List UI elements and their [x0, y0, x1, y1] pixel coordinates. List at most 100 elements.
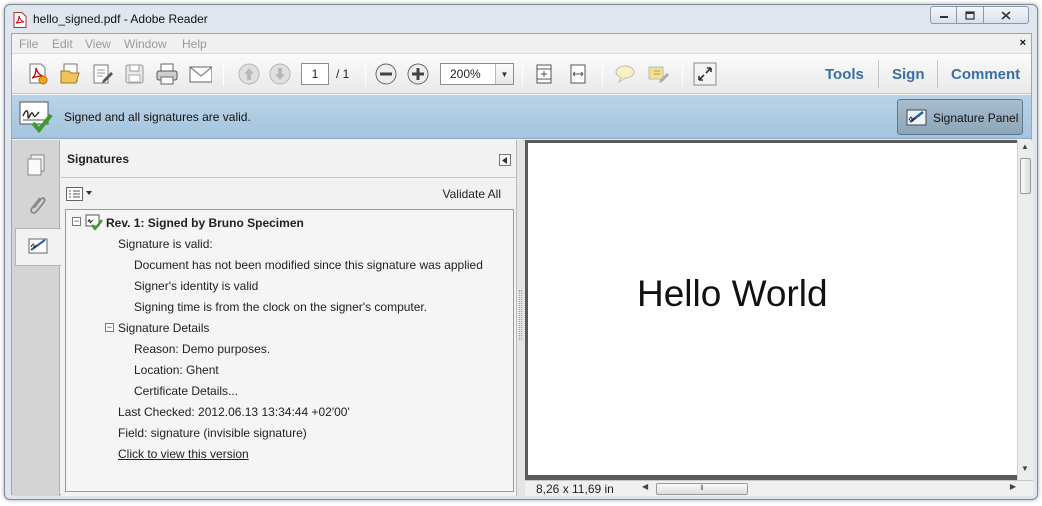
- close-icon: [1001, 10, 1011, 20]
- save-button[interactable]: [122, 62, 146, 86]
- page-size: 8,26 x 11,69 in: [536, 482, 614, 496]
- toolbar-separator: [682, 62, 683, 86]
- edit-document-button[interactable]: [90, 62, 114, 86]
- horizontal-scrollbar[interactable]: ◀ ⫴ ▶: [642, 482, 1016, 495]
- toolbar-separator: [223, 62, 224, 86]
- signature-panel-button[interactable]: Signature Panel: [897, 99, 1023, 135]
- sign-pane-button[interactable]: Sign: [892, 66, 925, 83]
- horizontal-scroll-thumb[interactable]: ⫴: [656, 483, 748, 495]
- scroll-left-icon[interactable]: ◀: [642, 482, 648, 491]
- chevron-down-icon[interactable]: ▼: [495, 64, 513, 84]
- save-icon: [125, 64, 144, 84]
- certificate-details-link[interactable]: Certificate Details...: [134, 384, 238, 398]
- menu-file[interactable]: File: [19, 37, 38, 51]
- options-menu-button[interactable]: [66, 186, 94, 202]
- document-close-button[interactable]: ×: [1020, 37, 1026, 49]
- signatures-panel-header: Signatures: [61, 140, 516, 178]
- fit-page-button[interactable]: [532, 62, 556, 86]
- splitter-grip[interactable]: [519, 290, 522, 340]
- validate-all-button[interactable]: Validate All: [443, 187, 501, 201]
- minimize-button[interactable]: [930, 6, 957, 24]
- signature-valid-icon: [85, 214, 103, 230]
- view-version-link[interactable]: Click to view this version: [118, 447, 249, 461]
- signature-status-bar: Signed and all signatures are valid. Sig…: [12, 95, 1031, 139]
- create-pdf-button[interactable]: [26, 62, 50, 86]
- menu-bar: File Edit View Window Help ×: [12, 34, 1031, 54]
- highlight-button[interactable]: [646, 62, 670, 86]
- panel-splitter[interactable]: [517, 140, 525, 496]
- restore-button[interactable]: [957, 6, 984, 24]
- collapse-panel-button[interactable]: [499, 154, 511, 166]
- signature-icon: [28, 238, 47, 254]
- create-pdf-icon: [29, 63, 48, 85]
- page-thumbnails-button[interactable]: [14, 146, 58, 184]
- scroll-right-icon[interactable]: ▶: [1010, 482, 1016, 491]
- page-number-input[interactable]: 1: [301, 63, 329, 85]
- signature-pen-icon: [906, 109, 927, 126]
- fit-width-icon: [570, 64, 586, 84]
- next-page-icon: [269, 63, 291, 85]
- pdf-file-icon: [13, 12, 27, 28]
- zoom-in-icon: [407, 63, 429, 85]
- email-button[interactable]: [188, 62, 212, 86]
- menu-window[interactable]: Window: [124, 37, 167, 51]
- print-icon: [156, 63, 178, 85]
- zoom-out-icon: [375, 63, 397, 85]
- vertical-scrollbar[interactable]: ▲ ▼: [1017, 140, 1033, 480]
- previous-page-button[interactable]: [237, 62, 261, 86]
- tools-pane-button[interactable]: Tools: [825, 66, 864, 83]
- fit-width-button[interactable]: [566, 62, 590, 86]
- read-mode-icon: [693, 62, 717, 86]
- scroll-down-icon[interactable]: ▼: [1021, 464, 1029, 473]
- collapse-toggle[interactable]: −: [105, 323, 114, 332]
- validity-item: Signing time is from the clock on the si…: [134, 300, 428, 314]
- next-page-button[interactable]: [268, 62, 292, 86]
- signatures-panel-toolbar: Validate All: [61, 178, 516, 208]
- comment-pane-button[interactable]: Comment: [951, 66, 1020, 83]
- scroll-up-icon[interactable]: ▲: [1021, 142, 1029, 151]
- panel-title: Signatures: [67, 152, 130, 166]
- menu-help[interactable]: Help: [182, 37, 207, 51]
- signature-valid-icon: [19, 101, 53, 133]
- print-button[interactable]: [155, 62, 179, 86]
- validity-item: Document has not been modified since thi…: [134, 258, 483, 272]
- sticky-note-button[interactable]: [613, 62, 637, 86]
- title-bar: hello_signed.pdf - Adobe Reader: [5, 5, 1037, 33]
- toolbar-separator: [365, 62, 366, 86]
- restore-icon: [965, 10, 975, 20]
- zoom-select[interactable]: 200% ▼: [440, 63, 514, 85]
- read-mode-button[interactable]: [693, 62, 717, 86]
- menu-view[interactable]: View: [85, 37, 111, 51]
- validity-item: Signer's identity is valid: [134, 279, 259, 293]
- menu-edit[interactable]: Edit: [52, 37, 73, 51]
- chevron-left-icon: [502, 156, 507, 164]
- email-icon: [189, 66, 212, 83]
- signature-revision[interactable]: Rev. 1: Signed by Bruno Specimen: [106, 216, 304, 230]
- client-area: File Edit View Window Help × 1 / 1 200% …: [11, 33, 1033, 496]
- signatures-button[interactable]: [15, 228, 61, 266]
- fit-page-icon: [536, 64, 552, 84]
- last-checked: Last Checked: 2012.06.13 13:34:44 +02'00…: [118, 405, 350, 419]
- signature-panel-label: Signature Panel: [933, 111, 1019, 125]
- window-controls: [930, 6, 1029, 24]
- signature-details-header[interactable]: Signature Details: [118, 321, 209, 335]
- signature-location: Location: Ghent: [134, 363, 219, 377]
- minimize-icon: [939, 16, 948, 18]
- comment-icon: [615, 65, 635, 84]
- document-text: Hello World: [637, 273, 828, 314]
- signature-status-message: Signed and all signatures are valid.: [64, 110, 251, 124]
- signature-validity-header: Signature is valid:: [118, 237, 213, 251]
- vertical-scroll-thumb[interactable]: [1020, 158, 1031, 194]
- open-button[interactable]: [58, 62, 82, 86]
- attachments-button[interactable]: [14, 186, 58, 224]
- signatures-panel: Signatures Validate All − Rev. 1: Signed…: [61, 140, 517, 496]
- open-icon: [60, 63, 80, 84]
- collapse-toggle[interactable]: −: [72, 217, 81, 226]
- pages-icon: [27, 154, 45, 176]
- page-total: / 1: [336, 67, 350, 81]
- zoom-out-button[interactable]: [374, 62, 398, 86]
- zoom-in-button[interactable]: [406, 62, 430, 86]
- toolbar-separator: [602, 62, 603, 86]
- close-button[interactable]: [984, 6, 1029, 24]
- edit-icon: [93, 64, 113, 84]
